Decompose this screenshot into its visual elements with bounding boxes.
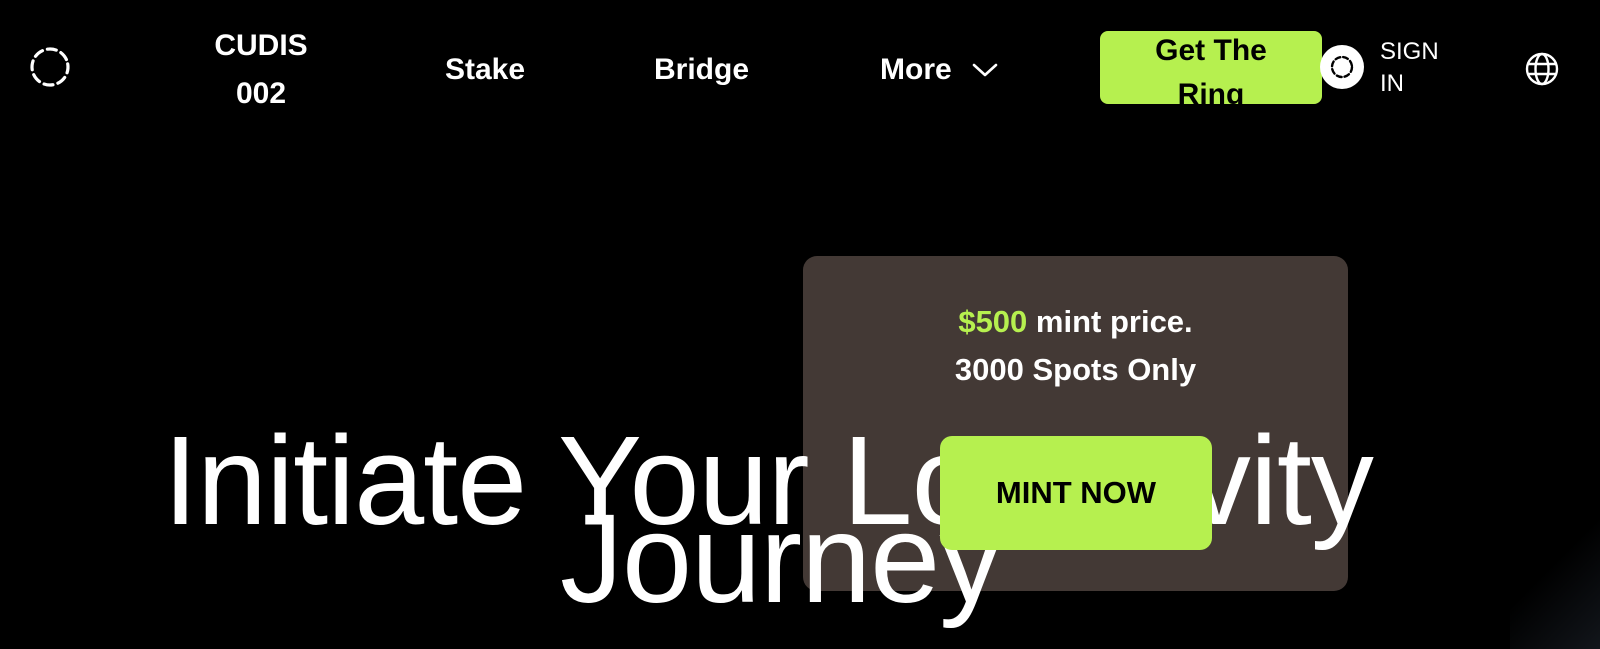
user-avatar-icon[interactable] <box>1320 45 1364 89</box>
avatar-ring-icon <box>1330 55 1354 79</box>
sign-in-line2: IN <box>1380 70 1404 97</box>
spots-text: 3000 Spots Only <box>954 352 1197 387</box>
mint-price-text: $500 mint price. <box>803 304 1348 340</box>
globe-icon[interactable] <box>1524 51 1560 87</box>
sign-in-link[interactable]: SIGN IN <box>1380 36 1460 100</box>
sign-in-line1: SIGN <box>1380 38 1439 65</box>
nav-more-dropdown[interactable]: More <box>880 46 998 94</box>
mint-price-value: $500 <box>958 304 1028 339</box>
corner-decoration <box>1510 519 1600 649</box>
mint-price-suffix: mint price. <box>1027 304 1193 339</box>
nav-bridge[interactable]: Bridge <box>654 46 749 94</box>
get-the-ring-line2: Ring <box>1177 78 1245 104</box>
hero-title-line2: Journey <box>560 488 1002 629</box>
chevron-down-icon <box>972 63 997 77</box>
cudis-ring-logo-icon[interactable] <box>28 45 72 89</box>
get-the-ring-button[interactable]: Get The Ring <box>1100 31 1322 104</box>
nav-cudis-002[interactable]: CUDIS 002 <box>206 22 316 118</box>
get-the-ring-line1: Get The <box>1155 34 1267 67</box>
nav-cudis-line1: CUDIS <box>214 29 308 62</box>
nav-stake[interactable]: Stake <box>445 46 525 94</box>
nav-cudis-line2: 002 <box>235 77 287 110</box>
mint-now-button[interactable]: MINT NOW <box>940 436 1212 550</box>
page: CUDIS 002 Stake Bridge More Get The Ring… <box>0 0 1600 649</box>
nav-more-label: More <box>880 53 952 86</box>
